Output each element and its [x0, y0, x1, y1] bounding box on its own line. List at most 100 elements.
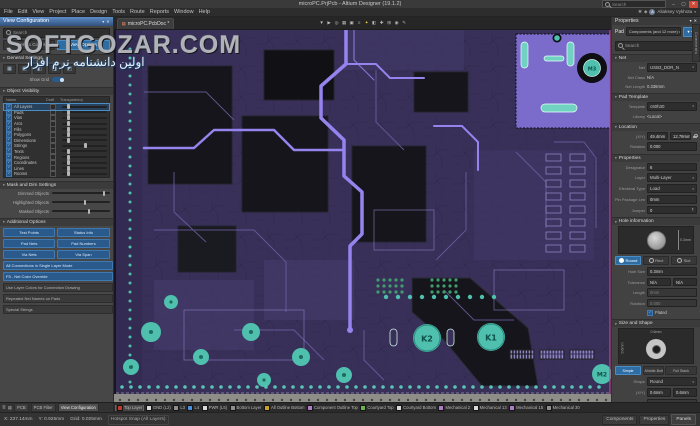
slider-knob[interactable]	[87, 208, 91, 214]
menu-view[interactable]: View	[32, 9, 44, 15]
transparency-slider[interactable]	[62, 154, 107, 160]
slider-knob[interactable]	[67, 104, 70, 110]
section-additional-options[interactable]: ▾ Additional Options	[0, 217, 113, 226]
option-chip[interactable]: Pad Nets	[3, 238, 56, 248]
menu-tools[interactable]: Tools	[112, 9, 125, 15]
config-3d-icon[interactable]: ▣	[18, 63, 31, 74]
user-area[interactable]: ✱ ◆ A Aliaksey Vykhota ▾	[638, 8, 696, 15]
layer-chip[interactable]: PWR (L5)	[201, 404, 227, 411]
layer-select[interactable]: Multi-Layer ▾	[647, 173, 697, 183]
option-chip[interactable]: Status Info	[57, 227, 110, 237]
move-icon[interactable]: ✚	[379, 19, 385, 27]
panel-tab-pcb[interactable]: PCB	[14, 403, 29, 413]
menu-window[interactable]: Window	[174, 9, 194, 15]
electrical-type-select[interactable]: Load ▾	[647, 184, 697, 194]
stack-mode-top-middle-bottom[interactable]: Top-Middle-Bottom	[642, 366, 664, 376]
pad-x-field[interactable]: 0.6mm	[647, 388, 671, 397]
transparency-slider[interactable]	[62, 148, 107, 154]
slider-knob[interactable]	[67, 171, 70, 177]
tolerance-minus-field[interactable]: N/A	[673, 277, 697, 287]
stepper-arrows-icon[interactable]: ▲ ▼	[691, 207, 694, 213]
stack-mode-full-stack[interactable]: Full Stack	[665, 366, 697, 376]
lock-icon[interactable]	[693, 134, 698, 139]
panel-tab-view-configuration[interactable]: View Configuration	[57, 403, 99, 413]
layer-chip[interactable]: Courtyard Top	[360, 404, 394, 411]
hole-shape-slot[interactable]: Slot	[670, 256, 697, 266]
comments-side-tab[interactable]: Comments	[692, 24, 700, 62]
panel-menu-icon[interactable]: ▾	[690, 18, 692, 23]
layer-chip[interactable]: L4	[187, 404, 199, 411]
menu-design[interactable]: Design	[90, 9, 107, 15]
highlight-icon[interactable]: ✦	[364, 19, 370, 27]
menu-reports[interactable]: Reports	[150, 9, 169, 15]
slider-knob[interactable]	[67, 109, 70, 115]
panel-tab-pcb-filter[interactable]: PCB Filter	[30, 403, 56, 413]
pin-package-length-field[interactable]: 0mm	[647, 195, 697, 204]
select-icon[interactable]: ▶	[326, 19, 332, 27]
layer-chip[interactable]: Courtyard Bottom	[396, 404, 436, 411]
layer-chip[interactable]: Component Outline Top	[306, 404, 358, 411]
net-select[interactable]: USB3_DDR_N ▾	[647, 62, 697, 72]
show-grid-toggle[interactable]	[52, 77, 64, 83]
pad-y-field[interactable]: 0.6mm	[673, 388, 697, 397]
hole-size-field[interactable]: 0.3mm	[647, 267, 697, 276]
visible-checkbox[interactable]: ✓	[6, 170, 12, 177]
transparency-slider[interactable]	[62, 115, 107, 121]
docked-tab-components[interactable]: Components	[602, 414, 638, 425]
layer-chip[interactable]: Mechanical 2	[438, 404, 470, 411]
section-size-and-shape[interactable]: ▾ Size and Shape	[612, 319, 700, 328]
option-chip-wide[interactable]: F5 - Net Color Override	[3, 271, 114, 281]
global-search-input[interactable]: Search	[602, 0, 666, 8]
slider[interactable]	[52, 190, 110, 196]
layer-chip[interactable]: GND (L2)	[145, 404, 171, 411]
layer-chip[interactable]: Mechanical 13	[472, 404, 507, 411]
jumper-stepper[interactable]: 0 ▲ ▼	[647, 205, 697, 215]
transparency-slider[interactable]	[62, 137, 107, 143]
transparency-slider[interactable]	[62, 160, 107, 166]
slider[interactable]	[52, 199, 110, 205]
object-visibility-row[interactable]: ✓ Rooms	[4, 170, 109, 177]
slider-knob[interactable]	[67, 115, 70, 121]
docked-tab-properties[interactable]: Properties	[639, 414, 670, 425]
transparency-slider[interactable]	[62, 104, 107, 110]
draft-checkbox[interactable]	[50, 170, 56, 177]
menu-place[interactable]: Place	[71, 9, 85, 15]
slider-knob[interactable]	[67, 148, 70, 154]
pin-icon[interactable]: ▾	[102, 19, 104, 24]
properties-header[interactable]: Properties ▾ ✕	[612, 16, 700, 25]
flip-board-icon[interactable]: ◨	[48, 63, 61, 74]
slider-knob[interactable]	[102, 190, 106, 196]
view-config-search-input[interactable]: Search	[3, 27, 110, 38]
slider-knob[interactable]	[67, 121, 70, 127]
slider-knob[interactable]	[67, 126, 70, 132]
location-y-field[interactable]: 12.79mm	[670, 131, 691, 141]
close-icon[interactable]: ✕	[106, 19, 109, 24]
pcb-canvas[interactable]: M3 K2 K1 M2	[113, 29, 611, 403]
option-chip[interactable]: Via Nets	[3, 249, 56, 259]
close-button[interactable]: ✕	[689, 0, 698, 8]
board-icon[interactable]: ▣	[349, 19, 355, 27]
slider-knob[interactable]	[67, 160, 70, 166]
option-chip[interactable]: Pad Numbers	[57, 238, 110, 248]
zoom-icon[interactable]: ◎	[334, 19, 340, 27]
layer-chip[interactable]: Top Layer	[114, 404, 145, 411]
layer-chip[interactable]: L3	[173, 404, 185, 411]
slider-knob[interactable]	[67, 154, 70, 160]
menu-file[interactable]: File	[4, 9, 13, 15]
section-net[interactable]: ▾ Net	[612, 53, 700, 62]
layer-chip[interactable]: All Outline Bottom	[263, 404, 304, 411]
slider-knob[interactable]	[67, 132, 70, 138]
slider-knob[interactable]	[67, 165, 70, 171]
section-hole-information[interactable]: ▾ Hole information	[612, 217, 700, 226]
slider-knob[interactable]	[67, 137, 70, 143]
maximize-button[interactable]: ▢	[679, 1, 688, 8]
transparency-slider[interactable]	[62, 171, 107, 177]
projection-icon[interactable]: ◩	[63, 63, 76, 74]
section-general-settings[interactable]: ▾ General Settings	[0, 53, 113, 62]
tolerance-plus-field[interactable]: N/A	[647, 277, 671, 287]
single-layer-mode-icon[interactable]: ◧	[33, 63, 46, 74]
option-chip-wide[interactable]: All Connections in Single Layer Mode	[3, 260, 114, 270]
designator-field[interactable]: 6	[647, 162, 697, 172]
hole-shape-rect[interactable]: Rect	[642, 256, 670, 266]
transparency-slider[interactable]	[62, 132, 107, 138]
